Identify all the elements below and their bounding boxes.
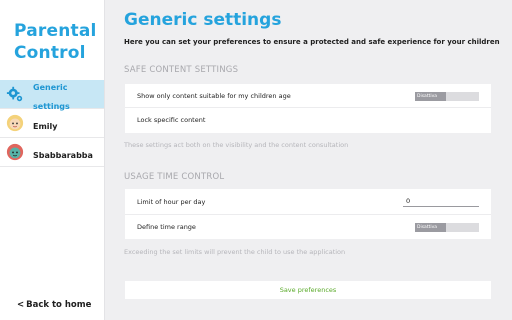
child-avatar-icon	[6, 143, 24, 161]
setting-row-hour-limit: Limit of hour per day	[125, 189, 491, 215]
page-subtitle: Here you can set your preferences to ens…	[124, 38, 500, 46]
usage-time-note: Exceeding the set limits will prevent th…	[124, 248, 346, 256]
safe-content-card: Show only content suitable for my childr…	[125, 84, 491, 133]
save-preferences-button[interactable]: Save preferences	[125, 281, 491, 299]
time-range-toggle[interactable]: Disattiva	[415, 222, 479, 232]
toggle-knob: Disattiva	[415, 91, 446, 101]
sidebar-item-label: Generic settings	[33, 83, 70, 111]
gears-icon	[6, 86, 23, 102]
sidebar-item-label: Sbabbarabba	[33, 150, 93, 160]
back-to-home-link[interactable]: < Back to home	[17, 300, 91, 310]
sidebar-item-emily[interactable]: Emily	[0, 109, 104, 138]
child-avatar-icon	[6, 114, 24, 132]
page-title: Generic settings	[124, 10, 282, 30]
setting-row-time-range: Define time range Disattiva	[125, 215, 491, 239]
sidebar: Parental Control Generic settings Emily	[0, 0, 105, 320]
sidebar-item-generic-settings[interactable]: Generic settings	[0, 80, 104, 111]
age-filter-toggle[interactable]: Disattiva	[415, 91, 479, 101]
setting-row-age-filter: Show only content suitable for my childr…	[125, 84, 491, 108]
app-title: Parental Control	[14, 21, 97, 63]
setting-label: Define time range	[137, 223, 196, 231]
setting-label: Show only content suitable for my childr…	[137, 91, 291, 100]
safe-content-header: SAFE CONTENT SETTINGS	[124, 65, 239, 75]
setting-label: Limit of hour per day	[137, 197, 206, 206]
hour-limit-input[interactable]	[403, 196, 479, 207]
toggle-knob: Disattiva	[415, 222, 446, 232]
back-to-home-label: Back to home	[26, 300, 92, 310]
sidebar-item-sbabbarabba[interactable]: Sbabbarabba	[0, 138, 104, 167]
safe-content-note: These settings act both on the visibilit…	[124, 141, 349, 149]
usage-time-header: USAGE TIME CONTROL	[124, 172, 225, 182]
main-content: Generic settings Here you can set your p…	[105, 0, 512, 320]
chevron-left-icon: <	[17, 300, 25, 310]
sidebar-item-label: Emily	[33, 121, 58, 131]
setting-label: Lock specific content	[137, 116, 206, 124]
setting-row-lock-content[interactable]: Lock specific content	[125, 108, 491, 132]
usage-time-card: Limit of hour per day Define time range …	[125, 189, 491, 239]
